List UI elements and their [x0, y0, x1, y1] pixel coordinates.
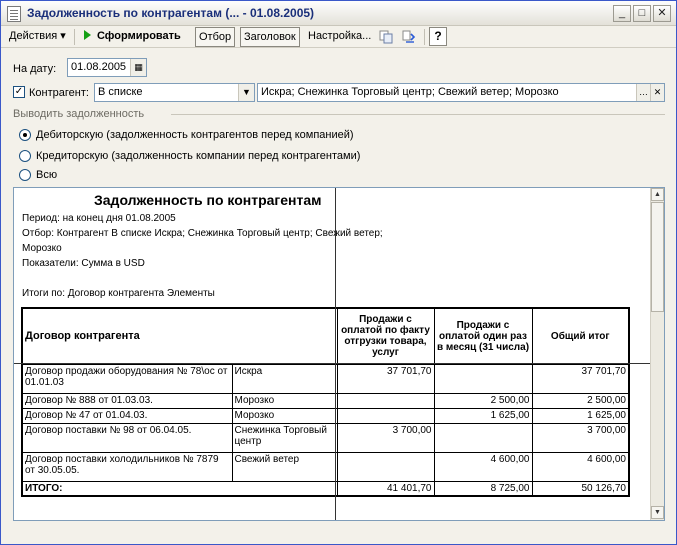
col1-cell[interactable]	[336, 407, 435, 424]
credit-radio-label[interactable]: Кредиторскую (задолженность компании пер…	[36, 150, 360, 162]
scroll-down-icon[interactable]: ▼	[651, 506, 664, 519]
restore-settings-icon[interactable]	[402, 30, 416, 44]
select-ellipsis-icon[interactable]: …	[636, 84, 650, 101]
col2-cell[interactable]: 4 600,00	[433, 451, 533, 482]
section-divider	[171, 114, 665, 115]
col-header-total: Общий итог	[531, 307, 630, 365]
report-table: Договор контрагента Продажи с оплатой по…	[21, 307, 630, 497]
contract-cell[interactable]: Договор № 888 от 01.03.03.	[21, 392, 233, 409]
toolbar-separator	[424, 29, 425, 45]
freeze-vertical-line	[335, 188, 336, 520]
debit-radio[interactable]	[19, 129, 31, 141]
report-title: Задолженность по контрагентам	[94, 192, 322, 208]
counterparty-cell[interactable]: Свежий ветер	[231, 451, 338, 482]
counterparty-cell[interactable]: Морозко	[231, 407, 338, 424]
date-field[interactable]: 01.08.2005 ▦	[67, 58, 147, 77]
contract-cell[interactable]: Договор продажи оборудования № 78\ос от …	[21, 363, 233, 394]
output-section-title: Выводить задолженность	[13, 108, 145, 120]
generate-button[interactable]: Сформировать	[81, 27, 184, 47]
calendar-icon[interactable]: ▦	[130, 59, 146, 76]
table-row[interactable]: Договор продажи оборудования № 78\ос от …	[21, 363, 630, 394]
copy-settings-icon[interactable]	[379, 30, 393, 44]
counterparty-mode-value: В списке	[98, 86, 143, 98]
title-bar[interactable]: Задолженность по контрагентам (... - 01.…	[1, 1, 676, 26]
window-title: Задолженность по контрагентам (... - 01.…	[27, 6, 315, 20]
total-label-cell[interactable]: ИТОГО:	[21, 480, 338, 497]
counterparty-cell[interactable]: Искра	[231, 363, 338, 394]
table-row[interactable]: Договор № 47 от 01.04.03. Морозко 1 625,…	[21, 407, 630, 424]
col2-cell[interactable]	[433, 363, 533, 394]
document-icon	[7, 6, 21, 22]
col-header-col1: Продажи с оплатой по факту отгрузки това…	[336, 307, 435, 365]
counterparty-cell[interactable]: Морозко	[231, 392, 338, 409]
col2-cell[interactable]	[433, 422, 533, 453]
report-filter-line2: Морозко	[22, 243, 62, 254]
total-col2-cell[interactable]: 8 725,00	[433, 480, 533, 497]
counterparty-checkbox[interactable]: ✓	[13, 86, 25, 98]
toolbar-separator	[74, 29, 75, 45]
col-header-col2: Продажи с оплатой один раз в месяц (31 ч…	[433, 307, 533, 365]
counterparty-value-field[interactable]: Искра; Снежинка Торговый центр; Свежий в…	[257, 83, 665, 102]
vertical-scrollbar[interactable]: ▲ ▼	[650, 188, 664, 520]
close-button[interactable]: ✕	[653, 5, 671, 22]
actions-menu-button[interactable]: Действия ▾	[6, 27, 69, 47]
date-value: 01.08.2005	[71, 61, 127, 73]
report-spreadsheet[interactable]: Задолженность по контрагентам Период: на…	[13, 187, 665, 521]
toolbar: Действия ▾ Сформировать Отбор Заголовок …	[1, 26, 676, 48]
report-totals-by: Итоги по: Договор контрагента Элементы	[22, 288, 215, 299]
counterparty-label: Контрагент:	[29, 87, 89, 99]
credit-radio[interactable]	[19, 150, 31, 162]
table-row[interactable]: Договор поставки № 98 от 06.04.05. Снежи…	[21, 422, 630, 453]
total-row[interactable]: ИТОГО: 41 401,70 8 725,00 50 126,70	[21, 480, 630, 497]
minimize-button[interactable]: _	[613, 5, 631, 22]
col-header-contract: Договор контрагента	[21, 307, 338, 365]
settings-button[interactable]: Настройка...	[305, 27, 374, 47]
report-filter-line1: Отбор: Контрагент В списке Искра; Снежин…	[22, 228, 383, 239]
col1-cell[interactable]: 37 701,70	[336, 363, 435, 394]
clear-icon[interactable]: ✕	[650, 84, 664, 101]
counterparty-mode-select[interactable]: В списке ▼	[94, 83, 255, 102]
all-radio[interactable]	[19, 169, 31, 181]
table-row[interactable]: Договор № 888 от 01.03.03. Морозко 2 500…	[21, 392, 630, 409]
scrollbar-thumb[interactable]	[651, 202, 664, 312]
report-indicators: Показатели: Сумма в USD	[22, 258, 145, 269]
total-cell[interactable]: 3 700,00	[531, 422, 630, 453]
contract-cell[interactable]: Договор поставки холодильников № 7879 от…	[21, 451, 233, 482]
total-cell[interactable]: 37 701,70	[531, 363, 630, 394]
col2-cell[interactable]: 2 500,00	[433, 392, 533, 409]
counterparty-value: Искра; Снежинка Торговый центр; Свежий в…	[261, 86, 559, 98]
col2-cell[interactable]: 1 625,00	[433, 407, 533, 424]
all-radio-label[interactable]: Всю	[36, 169, 57, 181]
counterparty-cell[interactable]: Снежинка Торговый центр	[231, 422, 338, 453]
contract-cell[interactable]: Договор № 47 от 01.04.03.	[21, 407, 233, 424]
debit-radio-label[interactable]: Дебиторскую (задолженность контрагентов …	[36, 129, 354, 141]
header-button[interactable]: Заголовок	[240, 27, 300, 47]
table-row[interactable]: Договор поставки холодильников № 7879 от…	[21, 451, 630, 482]
col1-cell[interactable]	[336, 451, 435, 482]
filter-button[interactable]: Отбор	[195, 27, 236, 47]
report-period: Период: на конец дня 01.08.2005	[22, 213, 176, 224]
scroll-up-icon[interactable]: ▲	[651, 188, 664, 201]
total-col1-cell[interactable]: 41 401,70	[336, 480, 435, 497]
generate-button-label: Сформировать	[97, 30, 181, 42]
help-button[interactable]: ?	[429, 27, 447, 46]
col1-cell[interactable]	[336, 392, 435, 409]
total-cell[interactable]: 1 625,00	[531, 407, 630, 424]
play-icon	[84, 30, 91, 40]
total-cell[interactable]: 2 500,00	[531, 392, 630, 409]
total-cell[interactable]: 4 600,00	[531, 451, 630, 482]
date-label: На дату:	[13, 63, 57, 75]
maximize-button[interactable]: □	[633, 5, 651, 22]
report-window: Задолженность по контрагентам (... - 01.…	[0, 0, 677, 545]
col1-cell[interactable]: 3 700,00	[336, 422, 435, 453]
chevron-down-icon[interactable]: ▼	[238, 84, 254, 101]
table-header-row: Договор контрагента Продажи с оплатой по…	[21, 307, 630, 365]
freeze-horizontal-line	[14, 363, 650, 364]
grand-total-cell[interactable]: 50 126,70	[531, 480, 630, 497]
contract-cell[interactable]: Договор поставки № 98 от 06.04.05.	[21, 422, 233, 453]
